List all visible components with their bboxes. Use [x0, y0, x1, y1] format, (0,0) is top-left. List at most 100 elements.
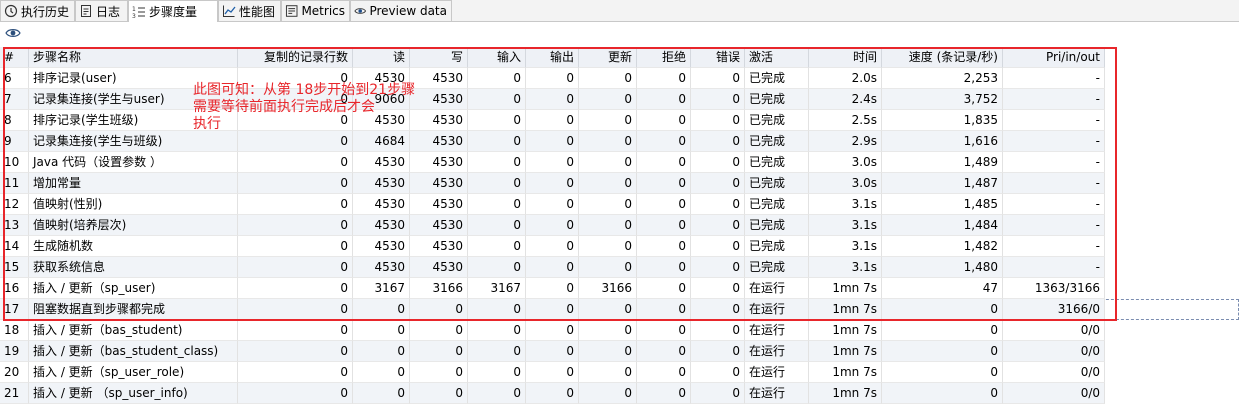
metrics-icon [285, 5, 298, 17]
tab-preview-data[interactable]: Preview data [350, 0, 452, 21]
col-step-name-cell: 生成随机数 [29, 236, 238, 257]
col-rejected-header[interactable]: 拒绝 [637, 47, 691, 68]
col-errors-cell: 0 [691, 299, 745, 320]
col-active-cell: 在运行 [745, 278, 809, 299]
tab-step-metrics[interactable]: 13 步骤度量 [128, 0, 218, 22]
col-output-cell: 0 [526, 152, 579, 173]
col-pri-in-out-header[interactable]: Pri/in/out [1003, 47, 1105, 68]
col-time-cell: 2.9s [809, 131, 882, 152]
col-step-name-header[interactable]: 步骤名称 [29, 47, 238, 68]
col-copies-cell: 0 [238, 299, 353, 320]
col-written-cell: 4530 [410, 131, 468, 152]
svg-text:3: 3 [132, 13, 136, 19]
col-pri-in-out-cell: 1363/3166 [1003, 278, 1105, 299]
col-copies-cell: 0 [238, 215, 353, 236]
col-speed-header[interactable]: 速度 (条记录/秒) [882, 47, 1003, 68]
tab-metrics[interactable]: Metrics [281, 0, 350, 21]
col-updated-cell: 0 [579, 362, 637, 383]
col-errors-cell: 0 [691, 362, 745, 383]
table-row[interactable]: 8 排序记录(学生班级) 0 4530 4530 0 0 0 0 0 已完成 2.5s 1,835- [0, 110, 1239, 131]
col-output-header[interactable]: 输出 [526, 47, 579, 68]
table-row[interactable]: 6 排序记录(user) 0 4530 4530 0 0 0 0 0 已完成 2.0s 2,253- [0, 68, 1239, 89]
table-row[interactable]: 21 插入 / 更新 （sp_user_info) 0 0 0 0 0 0 0 0 在运行 1mn 7… [0, 383, 1239, 404]
col-pri-in-out-cell: - [1003, 173, 1105, 194]
eye-icon[interactable] [5, 26, 21, 40]
annotation-line: 需要等待前面执行完成后才会 [193, 99, 375, 115]
table-row[interactable]: 14 生成随机数 0 4530 4530 0 0 0 0 0 已完成 3.1s 1,482- [0, 236, 1239, 257]
col-input-cell: 0 [468, 236, 526, 257]
col-time-cell: 3.1s [809, 236, 882, 257]
col-time-cell: 1mn 7s [809, 383, 882, 404]
tab-label: Preview data [369, 4, 447, 18]
tab-label: Metrics [301, 4, 345, 18]
tab-execution-history[interactable]: 执行历史 [0, 0, 75, 21]
col-written-header[interactable]: 写 [410, 47, 468, 68]
table-row[interactable]: 15 获取系统信息 0 4530 4530 0 0 0 0 0 已完成 3.1s 1,480- [0, 257, 1239, 278]
col-active-cell: 已完成 [745, 173, 809, 194]
col-written-cell: 0 [410, 383, 468, 404]
col-active-cell: 已完成 [745, 194, 809, 215]
col-active-cell: 已完成 [745, 131, 809, 152]
col-pri-in-out-cell: - [1003, 68, 1105, 89]
col-errors-cell: 0 [691, 194, 745, 215]
col-written-cell: 0 [410, 299, 468, 320]
col-pri-in-out-cell: 0/0 [1003, 320, 1105, 341]
table-row[interactable]: 12 值映射(性别) 0 4530 4530 0 0 0 0 0 已完成 3.1s 1,485- [0, 194, 1239, 215]
tab-log[interactable]: 日志 [75, 0, 128, 21]
col-read-cell: 4530 [353, 194, 410, 215]
col-output-cell: 0 [526, 194, 579, 215]
table-row[interactable]: 20 插入 / 更新（sp_user_role) 0 0 0 0 0 0 0 0 在运行 1mn 7s… [0, 362, 1239, 383]
col-index-header[interactable]: # [0, 47, 29, 68]
col-output-cell: 0 [526, 236, 579, 257]
col-rejected-cell: 0 [637, 320, 691, 341]
col-input-cell: 0 [468, 215, 526, 236]
toolbar [0, 22, 1239, 44]
col-index-cell: 20 [0, 362, 29, 383]
col-time-header[interactable]: 时间 [809, 47, 882, 68]
col-errors-cell: 0 [691, 131, 745, 152]
col-speed-cell: 1,489 [882, 152, 1003, 173]
col-step-name-cell: 插入 / 更新（sp_user) [29, 278, 238, 299]
col-step-name-cell: 插入 / 更新（bas_student_class) [29, 341, 238, 362]
col-speed-cell: 1,484 [882, 215, 1003, 236]
table-row[interactable]: 19 插入 / 更新（bas_student_class) 0 0 0 0 0 0 0 0 在运行 1… [0, 341, 1239, 362]
col-speed-cell: 47 [882, 278, 1003, 299]
col-read-cell: 4530 [353, 152, 410, 173]
col-read-cell: 4530 [353, 236, 410, 257]
col-active-header[interactable]: 激活 [745, 47, 809, 68]
table-row[interactable]: 11 增加常量 0 4530 4530 0 0 0 0 0 已完成 3.0s 1,487- [0, 173, 1239, 194]
col-errors-cell: 0 [691, 341, 745, 362]
col-input-cell: 0 [468, 362, 526, 383]
col-time-cell: 2.4s [809, 89, 882, 110]
table-row[interactable]: 16 插入 / 更新（sp_user) 0 3167 3166 3167 0 3166 0 0 在运… [0, 278, 1239, 299]
col-copies-cell: 0 [238, 152, 353, 173]
col-time-cell: 3.0s [809, 152, 882, 173]
tab-performance-chart[interactable]: 性能图 [218, 0, 281, 21]
table-row[interactable]: 10 Java 代码（设置参数 ） 0 4530 4530 0 0 0 0 0 已完成 3.0s 1,4… [0, 152, 1239, 173]
col-rejected-cell: 0 [637, 278, 691, 299]
table-row[interactable]: 18 插入 / 更新（bas_student) 0 0 0 0 0 0 0 0 在运行 1mn 7s 0… [0, 320, 1239, 341]
col-written-cell: 0 [410, 320, 468, 341]
col-time-cell: 1mn 7s [809, 362, 882, 383]
tab-label: 性能图 [239, 4, 276, 19]
col-rejected-cell: 0 [637, 131, 691, 152]
col-input-cell: 0 [468, 89, 526, 110]
col-errors-header[interactable]: 错误 [691, 47, 745, 68]
col-index-cell: 10 [0, 152, 29, 173]
table-row[interactable]: 13 值映射(培养层次) 0 4530 4530 0 0 0 0 0 已完成 3.1s 1,484- [0, 215, 1239, 236]
col-errors-cell: 0 [691, 215, 745, 236]
col-updated-cell: 0 [579, 152, 637, 173]
col-read-cell: 4530 [353, 215, 410, 236]
col-read-cell: 3167 [353, 278, 410, 299]
col-pri-in-out-cell: - [1003, 215, 1105, 236]
col-written-cell: 4530 [410, 236, 468, 257]
col-active-cell: 在运行 [745, 299, 809, 320]
table-row[interactable]: 17 阻塞数据直到步骤都完成 0 0 0 0 0 0 0 0 在运行 1mn 7s 0 3166/0 [0, 299, 1239, 320]
col-updated-header[interactable]: 更新 [579, 47, 637, 68]
col-written-cell: 4530 [410, 215, 468, 236]
col-copies-header[interactable]: 复制的记录行数 [238, 47, 353, 68]
col-read-header[interactable]: 读 [353, 47, 410, 68]
table-row[interactable]: 9 记录集连接(学生与班级) 0 4684 4530 0 0 0 0 0 已完成 2.9s 1,616- [0, 131, 1239, 152]
table-row[interactable]: 7 记录集连接(学生与user) 0 9060 4530 0 0 0 0 0 已完成 2.4s 3,75… [0, 89, 1239, 110]
col-input-header[interactable]: 输入 [468, 47, 526, 68]
